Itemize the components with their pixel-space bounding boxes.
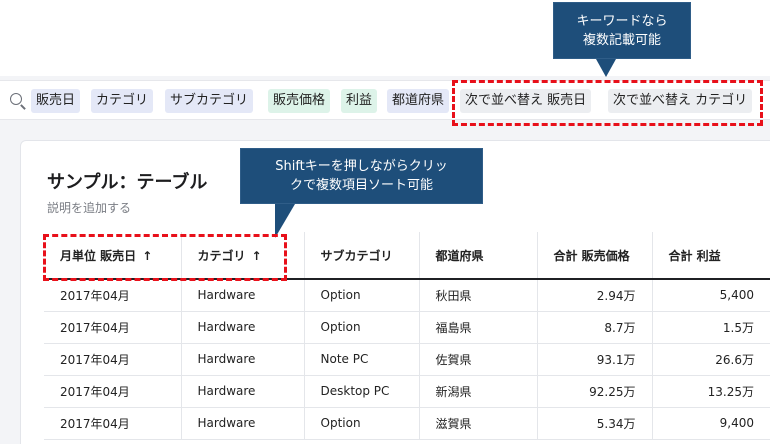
cell-subcategory: Option — [303, 407, 419, 440]
column-header-category[interactable]: カテゴリ ↑ — [180, 232, 304, 280]
column-header-label: カテゴリ — [197, 248, 246, 263]
cell-total-profit: 9,400 — [651, 407, 770, 440]
cell-subcategory: Option — [303, 311, 419, 344]
cell-category: Hardware — [180, 375, 304, 408]
table-row[interactable]: 2017年04月 Hardware Note PC 佐賀県 93.1万 26.6… — [44, 343, 770, 376]
column-header-prefecture[interactable]: 都道府県 — [418, 232, 537, 280]
column-header-label: 月単位 販売日 — [60, 248, 137, 263]
search-icon[interactable] — [10, 93, 22, 105]
cell-total-sales-price: 92.25万 — [536, 375, 652, 408]
column-header-label: 合計 販売価格 — [553, 248, 630, 263]
table-header-row: 月単位 販売日 ↑ カテゴリ ↑ サブカテゴリ 都道府県 合計 販売価格 合計 利益 — [44, 232, 770, 280]
cell-total-profit: 5,400 — [651, 279, 770, 312]
cell-prefecture: 滋賀県 — [418, 407, 537, 440]
shift-callout-line1: Shiftキーを押しながらクリッ — [275, 159, 448, 174]
cell-subcategory: Desktop PC — [303, 375, 419, 408]
cell-total-profit: 26.6万 — [651, 343, 770, 376]
cell-sales-month: 2017年04月 — [44, 311, 181, 344]
card-description[interactable]: 説明を追加する — [47, 199, 131, 216]
card-title[interactable]: サンプル：テーブル — [47, 168, 207, 194]
shift-sort-callout: Shiftキーを押しながらクリッ クで複数項目ソート可能 — [240, 148, 483, 238]
search-chip-sales-date[interactable]: 販売日 — [31, 89, 81, 113]
cell-total-sales-price: 5.34万 — [536, 407, 652, 440]
search-chip-sort-category[interactable]: 次で並べ替え カテゴリ — [608, 89, 753, 113]
data-table: 月単位 販売日 ↑ カテゴリ ↑ サブカテゴリ 都道府県 合計 販売価格 合計 利益… — [44, 232, 770, 440]
column-header-sales-month[interactable]: 月単位 販売日 ↑ — [44, 232, 181, 280]
sort-ascending-icon: ↑ — [142, 248, 153, 263]
column-header-subcategory[interactable]: サブカテゴリ — [303, 232, 419, 280]
cell-sales-month: 2017年04月 — [44, 279, 181, 312]
search-chip-prefecture[interactable]: 都道府県 — [387, 89, 450, 113]
keyword-callout-pointer — [596, 59, 616, 77]
keyword-callout-line2: 複数記載可能 — [582, 33, 661, 48]
cell-sales-month: 2017年04月 — [44, 407, 181, 440]
keyword-callout: キーワードなら 複数記載可能 — [553, 2, 691, 77]
search-chip-sort-sales-date[interactable]: 次で並べ替え 販売日 — [460, 89, 592, 113]
cell-prefecture: 新潟県 — [418, 375, 537, 408]
table-row[interactable]: 2017年04月 Hardware Option 秋田県 2.94万 5,400 — [44, 279, 770, 312]
cell-total-sales-price: 93.1万 — [536, 343, 652, 376]
column-header-total-sales-price[interactable]: 合計 販売価格 — [536, 232, 652, 280]
cell-sales-month: 2017年04月 — [44, 343, 181, 376]
table-row[interactable]: 2017年04月 Hardware Option 滋賀県 5.34万 9,400 — [44, 407, 770, 440]
column-header-total-profit[interactable]: 合計 利益 — [651, 232, 770, 280]
table-row[interactable]: 2017年04月 Hardware Desktop PC 新潟県 92.25万 … — [44, 375, 770, 408]
cell-category: Hardware — [180, 407, 304, 440]
column-header-label: 合計 利益 — [668, 248, 721, 263]
cell-total-sales-price: 8.7万 — [536, 311, 652, 344]
cell-prefecture: 佐賀県 — [418, 343, 537, 376]
cell-prefecture: 秋田県 — [418, 279, 537, 312]
search-chip-subcategory[interactable]: サブカテゴリ — [165, 89, 254, 113]
table-row[interactable]: 2017年04月 Hardware Option 福島県 8.7万 1.5万 — [44, 311, 770, 344]
search-chip-category[interactable]: カテゴリ — [91, 89, 154, 113]
cell-category: Hardware — [180, 343, 304, 376]
cell-total-profit: 1.5万 — [651, 311, 770, 344]
cell-subcategory: Option — [303, 279, 419, 312]
shift-callout-line2: クで複数項目ソート可能 — [289, 178, 433, 193]
cell-category: Hardware — [180, 311, 304, 344]
cell-subcategory: Note PC — [303, 343, 419, 376]
column-header-label: サブカテゴリ — [320, 248, 393, 263]
keyword-callout-line1: キーワードなら — [576, 14, 668, 29]
column-header-label: 都道府県 — [435, 248, 484, 263]
search-chip-profit[interactable]: 利益 — [341, 89, 378, 113]
cell-total-sales-price: 2.94万 — [536, 279, 652, 312]
cell-prefecture: 福島県 — [418, 311, 537, 344]
cell-sales-month: 2017年04月 — [44, 375, 181, 408]
cell-category: Hardware — [180, 279, 304, 312]
cell-total-profit: 13.25万 — [651, 375, 770, 408]
sort-ascending-icon: ↑ — [251, 248, 262, 263]
search-chip-sales-price[interactable]: 販売価格 — [268, 89, 331, 113]
